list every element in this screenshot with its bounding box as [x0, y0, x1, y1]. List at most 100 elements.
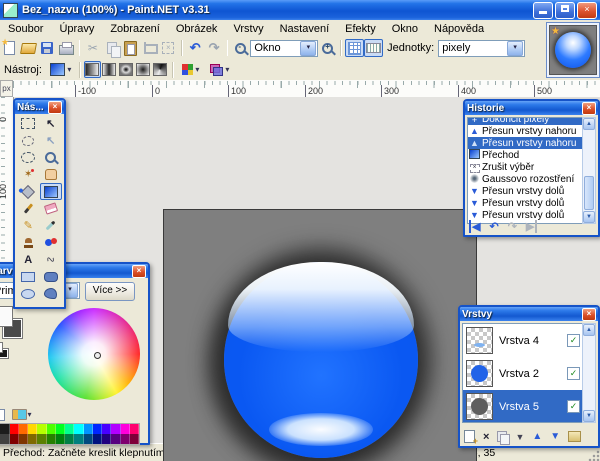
history-item-selected[interactable]: ▲Přesun vrstvy nahoru [468, 137, 583, 149]
grid-toggle-button[interactable] [345, 39, 364, 57]
palette-color-cell[interactable] [121, 424, 130, 434]
scroll-up-icon[interactable]: ▲ [583, 324, 595, 336]
history-forward-button[interactable]: ▶ [526, 220, 537, 233]
history-item[interactable]: ▲Přesun vrstvy nahoru [468, 125, 583, 137]
palette-color-cell[interactable] [74, 424, 83, 434]
menu-upravy[interactable]: Úpravy [51, 22, 102, 36]
blend-mode-dropdown-icon[interactable]: ▾ [225, 65, 229, 74]
history-undo-button[interactable]: ↶ [489, 220, 498, 233]
crop-button[interactable] [140, 39, 159, 57]
close-button[interactable]: × [577, 2, 597, 19]
primary-color-swatch[interactable] [0, 306, 13, 327]
palette-color-cell[interactable] [56, 424, 65, 434]
current-tool-button[interactable]: ▾ [46, 61, 76, 79]
scrollbar-thumb[interactable] [584, 176, 594, 210]
horizontal-ruler[interactable]: -100 0 100 200 300 400 500 [13, 80, 600, 98]
layer-visibility-checkbox[interactable]: ✓ [567, 400, 580, 413]
move-layer-up-button[interactable]: ▲ [532, 431, 542, 442]
layers-scrollbar[interactable]: ▲ ▼ [582, 323, 596, 423]
palette-color-cell[interactable] [84, 434, 93, 444]
color-mode-dropdown-icon[interactable]: ▾ [195, 65, 199, 74]
copy-button[interactable] [102, 39, 121, 57]
layers-close-button[interactable]: × [582, 308, 596, 321]
tool-magic-wand[interactable]: ✶ [17, 166, 40, 183]
tool-rounded-rectangle[interactable] [40, 268, 63, 285]
tool-rectangle-select[interactable] [17, 115, 40, 132]
palette-color-cell[interactable] [0, 434, 9, 444]
save-button[interactable] [38, 39, 57, 57]
merge-layer-down-button[interactable]: ▼ [515, 432, 524, 442]
color-wheel[interactable] [48, 308, 140, 400]
layer-visibility-checkbox[interactable]: ✓ [567, 334, 580, 347]
tool-freeform-shape[interactable] [40, 285, 63, 302]
palette-color-cell[interactable] [47, 434, 56, 444]
palette-color-cell[interactable] [121, 434, 130, 444]
history-redo-button[interactable]: ↷ [508, 220, 517, 233]
combo-arrow-icon[interactable]: ▾ [507, 41, 523, 56]
tool-recolor[interactable] [40, 234, 63, 251]
canvas[interactable] [163, 209, 477, 461]
history-window-titlebar[interactable]: Historie × [465, 101, 598, 115]
menu-vrstvy[interactable]: Vrstvy [225, 22, 271, 36]
palette-color-cell[interactable] [56, 434, 65, 444]
tool-color-picker[interactable] [40, 217, 63, 234]
open-button[interactable] [19, 39, 38, 57]
tool-gradient[interactable] [40, 183, 63, 200]
duplicate-layer-button[interactable] [497, 431, 507, 442]
gradient-conical-button[interactable] [152, 61, 169, 78]
palette-color-cell[interactable] [10, 434, 19, 444]
color-wheel-marker[interactable] [94, 352, 101, 359]
layer-row-selected[interactable]: Vrstva 5 ✓ [463, 390, 583, 423]
tool-paint-bucket[interactable] [17, 183, 40, 200]
tools-window-titlebar[interactable]: Nás... × [15, 100, 64, 114]
menu-zobrazeni[interactable]: Zobrazení [102, 22, 168, 36]
add-palette-button[interactable] [0, 408, 7, 421]
history-item[interactable]: ▼Přesun vrstvy dolů [468, 185, 583, 197]
cut-button[interactable]: ✂ [83, 39, 102, 57]
gradient-color-mode-button[interactable]: ▾ [177, 61, 205, 79]
ruler-toggle-button[interactable] [364, 39, 383, 57]
new-button[interactable]: ★ [0, 39, 19, 57]
tool-ellipse[interactable] [17, 285, 40, 302]
tool-eraser[interactable] [40, 200, 63, 217]
history-item[interactable]: +Dokončit pixely [468, 118, 583, 125]
open-image-thumbnail[interactable]: ★ [546, 22, 600, 78]
scroll-up-icon[interactable]: ▲ [583, 118, 595, 130]
history-close-button[interactable]: × [582, 102, 596, 115]
palette-color-cell[interactable] [28, 424, 37, 434]
tool-pan[interactable] [40, 166, 63, 183]
palette-color-cell[interactable] [102, 434, 111, 444]
menu-soubor[interactable]: Soubor [0, 22, 51, 36]
tool-line-curve[interactable]: ∿ [40, 251, 63, 268]
tools-close-button[interactable]: × [48, 101, 62, 114]
layer-visibility-checkbox[interactable]: ✓ [567, 367, 580, 380]
palette-color-cell[interactable] [37, 434, 46, 444]
palette-color-cell[interactable] [130, 424, 139, 434]
tool-dropdown-icon[interactable]: ▾ [67, 65, 71, 74]
palette-dropdown-icon[interactable]: ▾ [27, 410, 31, 419]
gradient-radial-button[interactable] [135, 61, 152, 78]
menu-napoveda[interactable]: Nápověda [426, 22, 492, 36]
gradient-linear-button[interactable] [84, 61, 101, 78]
redo-button[interactable]: ↷ [205, 39, 224, 57]
units-combo[interactable]: pixely ▾ [438, 40, 525, 57]
layer-row[interactable]: Vrstva 4 ✓ [463, 324, 583, 357]
palette-color-cell[interactable] [19, 434, 28, 444]
palette-color-cell[interactable] [10, 424, 19, 434]
zoom-out-button[interactable]: - [231, 39, 250, 57]
palette-color-cell[interactable] [84, 424, 93, 434]
tool-clone-stamp[interactable] [17, 234, 40, 251]
palette-color-cell[interactable] [47, 424, 56, 434]
scroll-down-icon[interactable]: ▼ [583, 211, 595, 223]
palette-color-cell[interactable] [102, 424, 111, 434]
add-layer-button[interactable] [464, 430, 475, 443]
color-palette[interactable] [0, 423, 140, 445]
default-colors-swatch[interactable] [0, 342, 3, 353]
palette-color-cell[interactable] [130, 434, 139, 444]
more-button[interactable]: Více >> [85, 282, 135, 301]
tool-text[interactable]: A [17, 251, 40, 268]
menu-nastaveni[interactable]: Nastavení [272, 22, 338, 36]
blend-mode-button[interactable]: ▾ [205, 61, 235, 79]
move-layer-down-button[interactable]: ▼ [550, 431, 560, 442]
history-rewind-button[interactable]: ◀ [469, 220, 480, 233]
